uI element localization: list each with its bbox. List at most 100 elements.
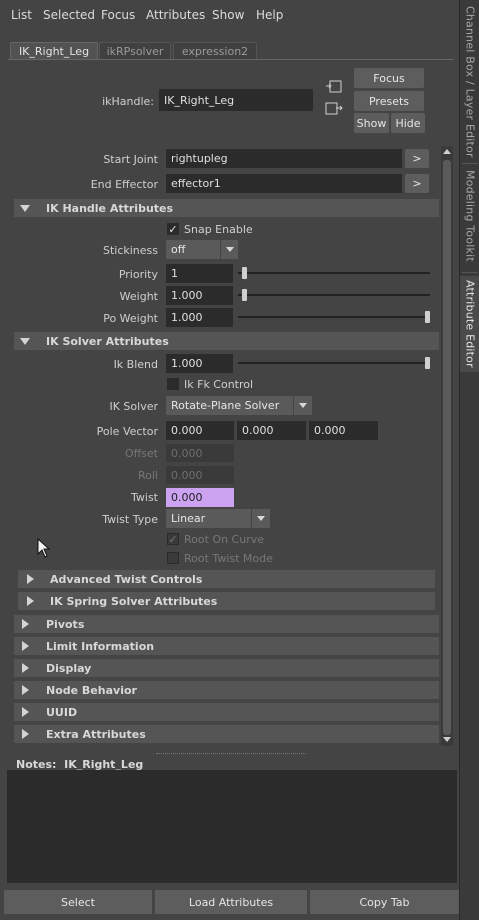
collapsed-triangle-icon: [22, 707, 29, 717]
chevron-down-icon: [251, 509, 269, 528]
node-tab-expression2[interactable]: expression2: [173, 42, 257, 60]
ikhandle-name-field[interactable]: IK_Right_Leg: [159, 89, 313, 111]
scroll-up-icon[interactable]: [442, 147, 452, 155]
tab-attribute-editor[interactable]: Attribute Editor: [460, 276, 479, 372]
root-twist-mode-checkbox: [167, 552, 179, 564]
priority-slider-track[interactable]: [238, 272, 430, 274]
po-weight-slider-track[interactable]: [238, 316, 430, 318]
root-twist-mode-label: Root Twist Mode: [184, 552, 273, 565]
ikhandle-label: ikHandle:: [102, 95, 154, 108]
menu-bar: List Selected Focus Attributes Show Help: [0, 0, 459, 30]
notes-textarea[interactable]: [7, 770, 457, 883]
section-limit-information[interactable]: Limit Information: [14, 637, 439, 655]
end-effector-go-button[interactable]: >: [405, 174, 429, 193]
stickiness-dropdown[interactable]: off: [166, 240, 238, 259]
menu-help[interactable]: Help: [256, 8, 283, 22]
chevron-down-icon: [220, 240, 238, 259]
copy-tab-button[interactable]: Copy Tab: [310, 890, 459, 914]
offset-field: 0.000: [166, 444, 234, 462]
pole-vector-y-field[interactable]: 0.000: [237, 421, 306, 440]
collapsed-triangle-icon: [22, 729, 29, 739]
end-effector-field[interactable]: effector1: [166, 174, 402, 193]
collapsed-triangle-icon: [27, 574, 34, 584]
priority-slider-thumb[interactable]: [241, 267, 247, 279]
offset-label: Offset: [124, 447, 158, 460]
twist-label: Twist: [131, 491, 158, 504]
chevron-down-icon: [293, 396, 311, 415]
menu-focus[interactable]: Focus: [101, 8, 135, 22]
collapsed-triangle-icon: [22, 663, 29, 673]
collapsed-triangle-icon: [22, 619, 29, 629]
ik-fk-control-checkbox[interactable]: [167, 378, 179, 390]
ik-blend-label: Ik Blend: [113, 358, 158, 371]
select-button[interactable]: Select: [4, 890, 152, 914]
priority-field[interactable]: 1: [166, 264, 233, 283]
weight-slider-thumb[interactable]: [241, 289, 247, 301]
pole-vector-z-field[interactable]: 0.000: [309, 421, 378, 440]
menu-selected[interactable]: Selected: [43, 8, 95, 22]
menu-attributes[interactable]: Attributes: [146, 8, 205, 22]
weight-label: Weight: [119, 290, 158, 303]
load-input-icon[interactable]: [325, 80, 343, 94]
tab-modeling-toolkit[interactable]: Modeling Toolkit: [460, 168, 479, 264]
pole-vector-x-field[interactable]: 0.000: [166, 421, 234, 440]
ik-blend-field[interactable]: 1.000: [166, 354, 233, 373]
collapsed-triangle-icon: [27, 596, 34, 606]
tab-channel-box[interactable]: Channel Box / Layer Editor: [460, 6, 479, 158]
focus-button[interactable]: Focus: [354, 68, 424, 88]
roll-field: 0.000: [166, 466, 234, 484]
snap-enable-checkbox[interactable]: ✓: [167, 223, 179, 235]
expanded-triangle-icon: [20, 338, 30, 345]
tab-divider: [462, 163, 478, 164]
ik-blend-slider-track[interactable]: [238, 362, 430, 364]
expanded-triangle-icon: [20, 205, 30, 212]
section-ik-spring-solver-attributes[interactable]: IK Spring Solver Attributes: [18, 592, 435, 610]
mouse-cursor-icon: [37, 538, 51, 558]
tab-divider: [462, 272, 478, 273]
ik-solver-label: IK Solver: [109, 400, 158, 413]
weight-field[interactable]: 1.000: [166, 286, 233, 305]
priority-label: Priority: [118, 268, 158, 281]
pole-vector-label: Pole Vector: [96, 425, 158, 438]
menu-list[interactable]: List: [11, 8, 32, 22]
section-pivots[interactable]: Pivots: [14, 615, 439, 633]
po-weight-field[interactable]: 1.000: [166, 308, 233, 327]
scroll-down-icon[interactable]: [442, 736, 452, 744]
end-effector-label: End Effector: [90, 178, 158, 191]
twist-field[interactable]: 0.000: [166, 488, 234, 507]
po-weight-slider-thumb[interactable]: [425, 311, 430, 323]
weight-slider-track[interactable]: [238, 294, 430, 296]
root-on-curve-label: Root On Curve: [184, 533, 264, 546]
snap-enable-label: Snap Enable: [184, 223, 253, 236]
po-weight-label: Po Weight: [103, 312, 158, 325]
section-ik-solver-attributes[interactable]: IK Solver Attributes: [14, 332, 439, 350]
section-display[interactable]: Display: [14, 659, 439, 677]
twist-type-dropdown[interactable]: Linear: [166, 509, 270, 528]
presets-button[interactable]: Presets: [354, 91, 424, 111]
collapsed-triangle-icon: [22, 641, 29, 651]
start-joint-label: Start Joint: [103, 153, 158, 166]
start-joint-go-button[interactable]: >: [405, 149, 429, 168]
show-button[interactable]: Show: [354, 113, 389, 133]
load-attributes-button[interactable]: Load Attributes: [155, 890, 307, 914]
collapsed-triangle-icon: [22, 685, 29, 695]
load-output-icon[interactable]: [325, 102, 343, 116]
node-tab-ikrpsolver[interactable]: ikRPsolver: [99, 42, 171, 60]
node-tab-ik-right-leg[interactable]: IK_Right_Leg: [10, 42, 98, 60]
ik-fk-control-label: Ik Fk Control: [184, 378, 254, 391]
section-uuid[interactable]: UUID: [14, 703, 439, 721]
hide-button[interactable]: Hide: [391, 113, 425, 133]
side-panel-tabs: Channel Box / Layer Editor Modeling Tool…: [459, 0, 479, 920]
ik-blend-slider-thumb[interactable]: [425, 357, 430, 369]
scrollbar-thumb[interactable]: [443, 160, 451, 735]
ik-solver-dropdown[interactable]: Rotate-Plane Solver: [166, 396, 312, 415]
start-joint-field[interactable]: rightupleg: [166, 149, 402, 168]
section-node-behavior[interactable]: Node Behavior: [14, 681, 439, 699]
section-advanced-twist-controls[interactable]: Advanced Twist Controls: [18, 570, 435, 588]
section-ik-handle-attributes[interactable]: IK Handle Attributes: [14, 199, 439, 217]
tab-underline: [8, 59, 454, 60]
stickiness-label: Stickiness: [102, 244, 158, 257]
menu-show[interactable]: Show: [212, 8, 244, 22]
section-extra-attributes[interactable]: Extra Attributes: [14, 725, 439, 743]
resize-handle[interactable]: [156, 753, 306, 755]
